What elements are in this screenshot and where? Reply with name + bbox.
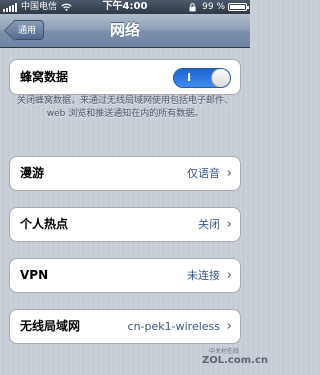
chevron-right-icon: › [226, 217, 232, 232]
personal-hotspot-row[interactable]: 个人热点 关闭 › [9, 207, 241, 242]
chevron-right-icon: › [226, 319, 232, 334]
cellular-data-footnote: 关闭蜂窝数据，来通过无线局域网使用包括电子邮件、web 浏览和推送通知在内的所有… [16, 96, 233, 119]
orientation-lock-icon [189, 2, 196, 11]
toggle-knob [211, 69, 230, 87]
cellular-data-label: 蜂窝数据 [20, 70, 69, 84]
vpn-value: 未连接 [187, 269, 220, 282]
personal-hotspot-value: 关闭 [198, 218, 220, 231]
page-title: 网络 [109, 21, 140, 39]
roaming-label: 漫游 [20, 166, 45, 180]
personal-hotspot-label: 个人热点 [20, 217, 69, 231]
cellular-data-row: 蜂窝数据 I [9, 59, 241, 95]
battery-fill [230, 5, 245, 9]
roaming-row[interactable]: 漫游 仅语音 › [9, 156, 241, 191]
wifi-network-name: cn-pek1-wireless [127, 320, 220, 333]
battery-percent: 99 % [202, 2, 225, 12]
chevron-right-icon: › [226, 166, 232, 181]
navigation-bar: 通用 网络 [0, 14, 250, 48]
roaming-value: 仅语音 [187, 167, 220, 180]
watermark-logo: 中关村在线 ZOL.com.cn [202, 347, 268, 371]
wifi-label: 无线局域网 [20, 319, 81, 333]
battery-icon [228, 3, 249, 11]
status-bar: 中国电信 下午4:00 99 % [0, 0, 250, 14]
status-right: 99 % [189, 0, 249, 14]
back-button-label: 通用 [18, 26, 37, 36]
cellular-data-toggle[interactable]: I [173, 68, 231, 88]
toggle-on-indicator: I [187, 71, 192, 84]
watermark-line2: ZOL.com.cn [202, 355, 268, 366]
chevron-right-icon: › [226, 268, 232, 283]
vpn-row[interactable]: VPN 未连接 › [9, 258, 241, 293]
vpn-label: VPN [20, 268, 49, 282]
wifi-row[interactable]: 无线局域网 cn-pek1-wireless › [9, 309, 241, 344]
